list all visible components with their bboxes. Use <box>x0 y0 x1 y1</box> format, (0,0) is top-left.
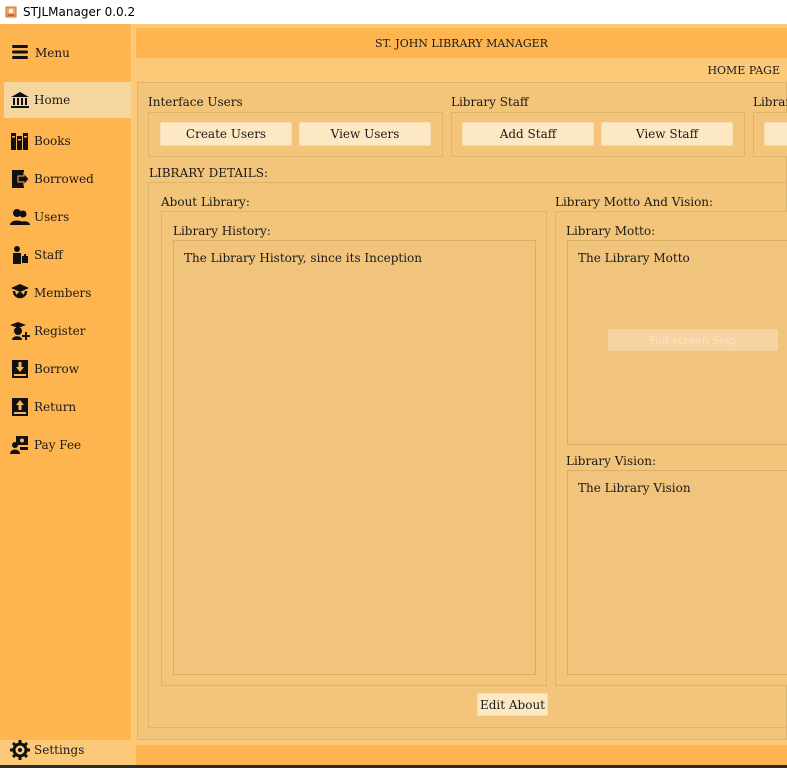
sidebar-item-label: Home <box>34 93 71 107</box>
library-history-text[interactable]: The Library History, since its Inception <box>173 240 536 675</box>
sidebar-item-register[interactable]: Register <box>0 313 131 349</box>
books-icon <box>10 131 30 151</box>
sidebar-item-label: Members <box>34 286 92 300</box>
app-title: ST. JOHN LIBRARY MANAGER <box>375 36 548 50</box>
motto-vision-title: Library Motto And Vision: <box>555 195 714 209</box>
sidebar-item-label: Borrow <box>34 362 80 376</box>
register-icon <box>10 321 30 341</box>
window-titlebar: STJLManager 0.0.2 <box>0 0 787 24</box>
interface-users-title: Interface Users <box>148 95 243 109</box>
sidebar-item-label: Books <box>34 134 71 148</box>
sidebar-item-settings[interactable]: Settings <box>0 732 131 768</box>
sidebar-item-label: Settings <box>34 743 85 757</box>
sidebar-nav: Home Books Borrowed Users Staff Members … <box>0 82 131 760</box>
library-vision-text[interactable]: The Library Vision <box>567 470 787 675</box>
sidebar-item-label: Pay Fee <box>34 438 82 452</box>
borrowed-icon <box>10 169 30 189</box>
snip-overlay-label: Full-screen Snip <box>608 329 778 351</box>
edit-about-button[interactable]: Edit About <box>477 693 548 716</box>
hamburger-icon <box>11 44 29 63</box>
menu-button[interactable]: Menu <box>0 24 131 82</box>
pay-fee-icon <box>10 435 30 455</box>
status-bar <box>136 745 787 765</box>
gear-icon <box>10 740 30 760</box>
library-motto-title: Library Motto: <box>566 224 656 238</box>
sidebar-item-users[interactable]: Users <box>0 199 131 235</box>
about-library-title: About Library: <box>161 195 250 209</box>
sidebar-item-books[interactable]: Books <box>0 123 131 159</box>
sidebar-item-label: Register <box>34 324 86 338</box>
menu-label: Menu <box>35 46 70 60</box>
library-history-title: Library History: <box>173 224 271 238</box>
library-staff-title: Library Staff <box>451 95 529 109</box>
sidebar-item-label: Staff <box>34 248 63 262</box>
library-vision-title: Library Vision: <box>566 454 656 468</box>
library-group-title: Library <box>753 95 787 109</box>
add-staff-button[interactable]: Add Staff <box>462 122 594 146</box>
graduate-icon <box>10 283 30 303</box>
sidebar-item-borrow[interactable]: Borrow <box>0 351 131 387</box>
sidebar-item-label: Users <box>34 210 70 224</box>
sidebar-item-label: Borrowed <box>34 172 94 186</box>
view-staff-button[interactable]: View Staff <box>601 122 733 146</box>
return-book-icon <box>10 397 30 417</box>
app-logo-icon <box>4 5 18 19</box>
sidebar-item-return[interactable]: Return <box>0 389 131 425</box>
sidebar: Menu Home Books Borrowed Users Staff Mem… <box>0 24 131 760</box>
library-details-title: LIBRARY DETAILS: <box>149 166 268 180</box>
window-title: STJLManager 0.0.2 <box>23 5 136 19</box>
borrow-book-icon <box>10 359 30 379</box>
sidebar-item-borrowed[interactable]: Borrowed <box>0 161 131 197</box>
users-icon <box>10 207 30 227</box>
create-users-button[interactable]: Create Users <box>160 122 292 146</box>
view-users-button[interactable]: View Users <box>299 122 431 146</box>
sidebar-item-pay-fee[interactable]: Pay Fee <box>0 427 131 463</box>
page-title: HOME PAGE <box>707 64 780 77</box>
sidebar-item-label: Return <box>34 400 77 414</box>
library-group-button[interactable] <box>764 122 787 146</box>
sidebar-item-home[interactable]: Home <box>4 82 131 118</box>
staff-icon <box>10 245 30 265</box>
sidebar-item-members[interactable]: Members <box>0 275 131 311</box>
bank-icon <box>10 90 30 110</box>
app-header: ST. JOHN LIBRARY MANAGER <box>136 28 787 58</box>
sidebar-item-staff[interactable]: Staff <box>0 237 131 273</box>
